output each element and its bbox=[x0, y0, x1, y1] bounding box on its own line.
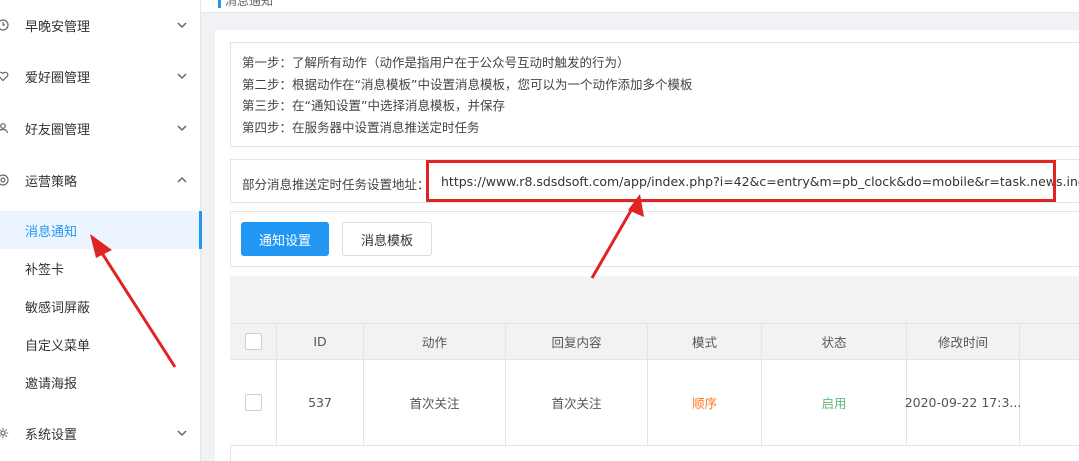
cell-status: 启用 bbox=[762, 360, 907, 445]
step-1-text: 第一步：了解所有动作（动作是指用户在于公众号互动时触发的行为） bbox=[242, 55, 630, 70]
chevron-down-icon bbox=[177, 73, 187, 80]
cron-url-label: 部分消息推送定时任务设置地址： bbox=[242, 177, 430, 192]
sidebar-menu-morning-evening[interactable]: 早晚安管理 bbox=[0, 0, 201, 50]
cell-mode: 顺序 bbox=[648, 360, 762, 445]
step-3-text: 第三步：在“通知设置”中选择消息模板，并保存 bbox=[242, 98, 505, 113]
chevron-up-icon bbox=[177, 176, 187, 183]
sidebar-item-makeup-card[interactable]: 补签卡 bbox=[0, 249, 201, 287]
step-2-text: 第二步：根据动作在“消息模板”中设置消息模板，您可以为一个动作添加多个模板 bbox=[242, 76, 693, 92]
heart-icon bbox=[0, 70, 9, 83]
sidebar-menu-label: 爱好圈管理 bbox=[25, 70, 91, 86]
annotation-highlight-box bbox=[426, 160, 1056, 202]
clock-icon bbox=[0, 19, 9, 32]
header-status: 状态 bbox=[762, 324, 907, 359]
sidebar-item-label: 补签卡 bbox=[25, 262, 65, 278]
sidebar-item-label: 敏感词屏蔽 bbox=[25, 300, 91, 316]
header-reply: 回复内容 bbox=[506, 324, 648, 359]
table-toolbar bbox=[230, 276, 1079, 324]
sidebar-item-label: 邀请海报 bbox=[25, 376, 78, 392]
step-4-text: 第四步：在服务器中设置消息推送定时任务 bbox=[242, 119, 480, 135]
cell-action: 首次关注 bbox=[364, 360, 506, 445]
header-select-cell bbox=[230, 324, 277, 359]
chevron-down-icon bbox=[177, 22, 187, 29]
sidebar-menu-label: 运营策略 bbox=[25, 174, 78, 190]
chevron-down-icon bbox=[177, 430, 187, 437]
cell-modified: 2020-09-22 17:3... bbox=[905, 360, 1021, 445]
header-action: 动作 bbox=[364, 324, 506, 359]
header-modified: 修改时间 bbox=[907, 324, 1020, 359]
sidebar-item-invite-poster[interactable]: 邀请海报 bbox=[0, 363, 201, 401]
header-mode: 模式 bbox=[648, 324, 762, 359]
select-all-checkbox[interactable] bbox=[244, 333, 262, 350]
sidebar-menu-operation-strategy[interactable]: 运营策略 bbox=[0, 155, 201, 205]
table-row: 537 首次关注 首次关注 顺序 启用 2020-09-22 17:3... bbox=[230, 360, 1079, 446]
table-header: ID 动作 回复内容 模式 状态 修改时间 bbox=[230, 324, 1079, 360]
sidebar-menu-label: 早晚安管理 bbox=[25, 19, 91, 35]
cell-id: 537 bbox=[277, 360, 364, 445]
breadcrumb-marker bbox=[218, 0, 221, 8]
steps-panel: 第一步：了解所有动作（动作是指用户在于公众号互动时触发的行为） 第二步：根据动作… bbox=[230, 42, 1079, 147]
sidebar-item-label: 自定义菜单 bbox=[25, 338, 91, 354]
notify-settings-button[interactable]: 通知设置 bbox=[241, 222, 329, 256]
target-icon bbox=[0, 174, 9, 187]
user-icon bbox=[0, 122, 9, 135]
chevron-down-icon bbox=[177, 125, 187, 132]
sidebar-menu-hobby-circle[interactable]: 爱好圈管理 bbox=[0, 51, 201, 101]
sidebar-menu-label: 系统设置 bbox=[25, 427, 78, 443]
sidebar-item-label: 消息通知 bbox=[25, 224, 78, 240]
breadcrumb-title: 消息通知 bbox=[225, 0, 274, 8]
row-select-cell bbox=[230, 360, 277, 445]
message-template-button[interactable]: 消息模板 bbox=[342, 222, 432, 256]
row-checkbox[interactable] bbox=[244, 394, 262, 411]
cell-reply: 首次关注 bbox=[506, 360, 648, 445]
header-id: ID bbox=[277, 324, 364, 359]
sidebar-item-custom-menu[interactable]: 自定义菜单 bbox=[0, 325, 201, 363]
sidebar-item-sensitive-words[interactable]: 敏感词屏蔽 bbox=[0, 287, 201, 325]
breadcrumb: 消息通知 bbox=[201, 0, 1079, 13]
sidebar-menu-system-settings[interactable]: 系统设置 bbox=[0, 408, 201, 458]
sidebar-menu-label: 好友圈管理 bbox=[25, 122, 91, 138]
sidebar-menu-friend-circle[interactable]: 好友圈管理 bbox=[0, 103, 201, 153]
sidebar: 早晚安管理 爱好圈管理 好友圈管理 运营策略 消息通知 补签卡 敏感词屏蔽 自定… bbox=[0, 0, 202, 461]
sidebar-item-message-notify[interactable]: 消息通知 bbox=[0, 211, 202, 249]
gear-icon bbox=[0, 427, 9, 440]
